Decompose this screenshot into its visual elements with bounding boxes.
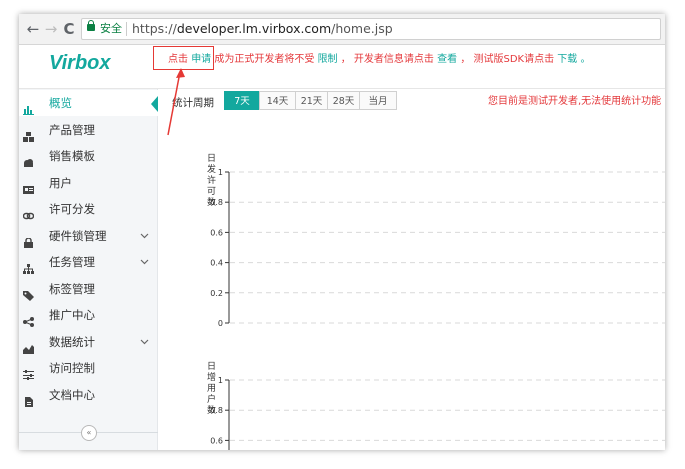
file-icon (23, 390, 34, 407)
main-content: 统计周期 7天 14天 21天 28天 当月 您目前是测试开发者,无法使用统计功能 日发… (158, 89, 665, 450)
limit-link[interactable]: 限制 (318, 54, 338, 65)
area-chart-icon (23, 337, 34, 354)
sidebar-item[interactable]: 硬件锁管理 (19, 223, 158, 249)
y-tick-label: 0.4 (210, 259, 223, 268)
lock-icon (87, 20, 95, 31)
sliders-icon (23, 363, 34, 380)
y-tick-label: 0.8 (210, 406, 223, 415)
sidebar-item-label: 硬件锁管理 (49, 228, 107, 243)
y-tick-label: 0.6 (210, 228, 223, 237)
address-separator (126, 22, 127, 36)
developer-notice: 点击 申请 成为正式开发者将不受 限制 ， 开发者信息请点击 查看 ， 测试版S… (168, 54, 590, 66)
sidebar-item[interactable]: 任务管理 (19, 249, 158, 275)
sidebar-item-label: 销售模板 (49, 149, 95, 163)
notice-text-3: ， 开发者信息请点击 (340, 54, 434, 65)
sidebar-item[interactable]: 数据统计 (19, 329, 158, 355)
url-text[interactable]: https://developer.lm.virbox.com/home.jsp (132, 21, 393, 37)
secure-label: 安全 (100, 22, 122, 35)
sidebar-item[interactable]: 推广中心 (19, 302, 158, 328)
sidebar-item[interactable]: 产品管理 (19, 117, 158, 143)
sidebar-item[interactable]: 销售模板 (19, 143, 158, 169)
bar-chart-icon (23, 98, 34, 115)
sidebar-item-label: 访问控制 (49, 361, 95, 375)
virbox-logo[interactable]: Virbox (49, 52, 111, 75)
notice-text-4: ， 测试版SDK请点击 (460, 54, 555, 65)
y-tick-label: 0 (218, 319, 223, 328)
sidebar-item[interactable]: 文档中心 (19, 382, 158, 408)
browser-window: ← → C 安全 https://developer.lm.virbox.com… (19, 14, 665, 450)
sidebar-item-label: 标签管理 (49, 281, 95, 296)
y-tick-label: 0.2 (210, 289, 223, 298)
y-tick-label: 0.6 (210, 436, 223, 445)
sidebar-item[interactable]: 概览 (19, 90, 158, 116)
cloud-icon (23, 151, 34, 167)
tag-icon (23, 284, 34, 301)
sitemap-icon (23, 257, 34, 274)
y-tick-label: 1 (218, 168, 223, 177)
sidebar-item-label: 概览 (49, 96, 72, 110)
url-host: developer.lm.virbox.com (176, 21, 332, 36)
link-icon (22, 204, 35, 220)
url-scheme: https:// (132, 21, 177, 36)
sidebar-item-label: 推广中心 (49, 308, 95, 322)
notice-text-5: 。 (580, 54, 591, 65)
notice-text-2: 成为正式开发者将不受 (214, 54, 315, 65)
y-tick-label: 0.8 (210, 198, 223, 207)
y-tick-label: 1 (218, 376, 223, 385)
back-icon[interactable]: ← (25, 20, 41, 38)
sidebar-item[interactable]: 标签管理 (19, 276, 158, 302)
share-icon (23, 310, 34, 327)
cubes-icon (23, 125, 34, 142)
id-card-icon (23, 178, 34, 194)
address-bar[interactable]: 安全 https://developer.lm.virbox.com/home.… (81, 18, 661, 40)
reload-icon[interactable]: C (61, 20, 77, 38)
sidebar-item-label: 文档中心 (49, 387, 95, 402)
browser-toolbar: ← → C 安全 https://developer.lm.virbox.com… (19, 14, 665, 45)
download-link[interactable]: 下载 (557, 54, 577, 65)
sidebar-item-label: 用户 (49, 175, 72, 190)
sidebar-item-label: 产品管理 (49, 122, 95, 137)
lock-icon (23, 231, 34, 248)
view-link[interactable]: 查看 (437, 54, 457, 65)
collapse-sidebar-button[interactable]: « (81, 425, 97, 441)
sidebar-item-label: 任务管理 (49, 255, 95, 269)
notice-bar: Virbox 点击 申请 成为正式开发者将不受 限制 ， 开发者信息请点击 查看… (19, 45, 665, 89)
sidebar-item[interactable]: 用户 (19, 170, 158, 196)
active-indicator (151, 96, 158, 112)
sidebar-item-label: 许可分发 (49, 202, 95, 216)
sidebar: « 概览产品管理销售模板用户许可分发硬件锁管理任务管理标签管理推广中心数据统计访… (19, 89, 158, 450)
forward-icon[interactable]: → (43, 20, 59, 38)
url-path: /home.jsp (331, 21, 393, 36)
annotation-highlight-box (153, 46, 214, 70)
charts-canvas: 1 0.8 0.6 0.4 0.2 0 1 0.8 0.6 (210, 168, 665, 450)
sidebar-item-label: 数据统计 (49, 334, 95, 349)
sidebar-item[interactable]: 许可分发 (19, 196, 158, 222)
sidebar-item[interactable]: 访问控制 (19, 355, 158, 381)
